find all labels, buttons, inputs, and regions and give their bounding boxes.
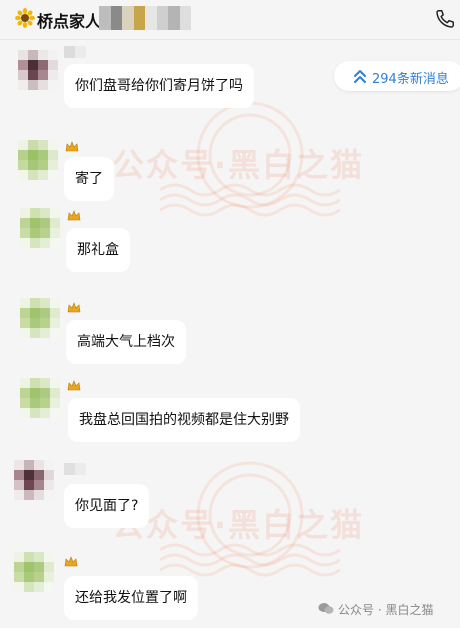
- message-bubble[interactable]: 寄了: [64, 157, 114, 201]
- message-bubble[interactable]: 我盘总回国拍的视频都是住大别野: [68, 398, 300, 442]
- avatar[interactable]: [14, 460, 54, 500]
- nickname-redaction: [64, 46, 86, 58]
- avatar[interactable]: [18, 50, 58, 90]
- avatar[interactable]: [20, 378, 60, 418]
- sunflower-icon: [15, 8, 35, 28]
- message-bubble[interactable]: 高端大气上档次: [66, 320, 186, 364]
- footer-watermark: 公众号 · 黑白之猫: [318, 601, 433, 618]
- title-redaction-mosaic: [99, 6, 191, 30]
- avatar[interactable]: [20, 208, 60, 248]
- message-bubble[interactable]: 那礼盒: [66, 228, 130, 272]
- crown-icon: [67, 380, 81, 391]
- double-chevron-up-icon: [354, 70, 366, 83]
- avatar[interactable]: [14, 552, 54, 592]
- message-bubble[interactable]: 你见面了?: [64, 484, 150, 528]
- message-bubble[interactable]: 还给我发位置了啊: [64, 576, 198, 620]
- phone-icon[interactable]: [434, 8, 456, 30]
- crown-icon: [67, 210, 81, 221]
- avatar[interactable]: [18, 140, 58, 180]
- new-messages-label: 294条新消息: [372, 72, 449, 87]
- nickname-redaction: [64, 463, 86, 475]
- footer-watermark-text: 公众号 · 黑白之猫: [338, 603, 434, 617]
- watermark-text-bottom: 公众号·黑白之猫: [112, 506, 365, 544]
- crown-icon: [64, 556, 78, 567]
- avatar[interactable]: [20, 298, 60, 338]
- crown-icon: [65, 141, 79, 152]
- crown-icon: [67, 302, 81, 313]
- message-bubble[interactable]: 你们盘哥给你们寄月饼了吗: [64, 64, 254, 108]
- new-messages-button[interactable]: 294条新消息: [334, 61, 460, 91]
- watermark-text-top: 公众号·黑白之猫: [112, 146, 365, 184]
- chat-header: 桥点家人: [0, 0, 460, 40]
- chat-title: 桥点家人: [37, 12, 102, 31]
